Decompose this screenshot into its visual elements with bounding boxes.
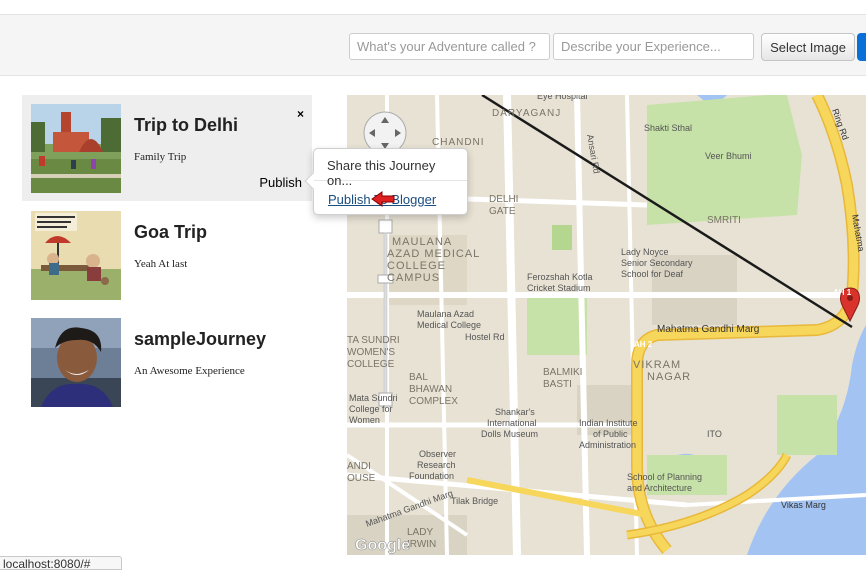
svg-text:College for: College for xyxy=(349,404,393,414)
svg-text:AZAD MEDICAL: AZAD MEDICAL xyxy=(387,248,480,260)
svg-text:ITO: ITO xyxy=(707,429,722,439)
svg-text:of Public: of Public xyxy=(593,429,628,439)
svg-text:Veer Bhumi: Veer Bhumi xyxy=(705,151,752,161)
svg-text:Senior Secondary: Senior Secondary xyxy=(621,258,693,268)
svg-text:Ferozshah Kotla: Ferozshah Kotla xyxy=(527,272,593,282)
svg-text:COLLEGE: COLLEGE xyxy=(387,260,446,272)
svg-text:Observer: Observer xyxy=(419,449,456,459)
svg-text:AH 1: AH 1 xyxy=(833,288,852,297)
svg-text:GATE: GATE xyxy=(489,206,516,217)
svg-text:and Architecture: and Architecture xyxy=(627,483,692,493)
popover-title: Share this Journey on... xyxy=(314,149,467,188)
experience-description-input[interactable] xyxy=(553,33,754,60)
svg-text:AH 2: AH 2 xyxy=(634,340,653,349)
svg-text:SMRITI: SMRITI xyxy=(707,215,741,226)
svg-text:Foundation: Foundation xyxy=(409,471,454,481)
svg-text:Tilak Bridge: Tilak Bridge xyxy=(451,496,498,506)
close-icon[interactable]: × xyxy=(297,107,304,121)
status-bar: localhost:8080/# xyxy=(0,556,122,570)
svg-text:Lady Noyce: Lady Noyce xyxy=(621,247,669,257)
svg-text:School of Planning: School of Planning xyxy=(627,472,702,482)
journey-item-samplejourney[interactable]: sampleJourney An Awesome Experience xyxy=(22,309,312,415)
svg-text:CHANDNI: CHANDNI xyxy=(432,137,485,148)
journey-thumbnail xyxy=(31,211,121,300)
svg-text:Google: Google xyxy=(355,537,410,554)
journey-title: Trip to Delhi xyxy=(134,115,239,135)
svg-text:MAULANA: MAULANA xyxy=(392,236,452,248)
svg-text:LADY: LADY xyxy=(407,527,433,538)
journey-item-trip-to-delhi[interactable]: Trip to Delhi Family Trip × Publish xyxy=(22,95,312,201)
svg-text:DARYAGANJ: DARYAGANJ xyxy=(492,108,561,119)
primary-button-edge[interactable] xyxy=(857,33,866,61)
journey-description: An Awesome Experience xyxy=(134,365,245,377)
svg-text:Women: Women xyxy=(349,415,380,425)
svg-text:Vikas Marg: Vikas Marg xyxy=(781,500,826,510)
svg-text:DELHI: DELHI xyxy=(489,194,518,205)
svg-text:NAGAR: NAGAR xyxy=(647,371,691,383)
svg-text:WOMEN'S: WOMEN'S xyxy=(347,347,395,358)
svg-text:Shankar's: Shankar's xyxy=(495,407,535,417)
svg-text:Administration: Administration xyxy=(579,440,636,450)
journey-thumbnail xyxy=(31,318,121,407)
svg-text:BAL: BAL xyxy=(409,372,428,383)
svg-text:International: International xyxy=(487,418,537,428)
svg-text:TA SUNDRI: TA SUNDRI xyxy=(347,335,400,346)
svg-text:BHAWAN: BHAWAN xyxy=(409,384,452,395)
journey-title: Goa Trip xyxy=(134,222,208,242)
svg-text:IRWIN: IRWIN xyxy=(407,539,436,550)
journey-item-goa-trip[interactable]: Goa Trip Yeah At last xyxy=(22,202,312,308)
svg-text:Hostel Rd: Hostel Rd xyxy=(465,332,505,342)
svg-text:Medical College: Medical College xyxy=(417,320,481,330)
adventure-name-input[interactable] xyxy=(349,33,550,60)
journey-title: sampleJourney xyxy=(134,329,267,349)
svg-text:Dolls Museum: Dolls Museum xyxy=(481,429,538,439)
journey-description: Family Trip xyxy=(134,151,187,163)
svg-text:VIKRAM: VIKRAM xyxy=(633,359,681,371)
svg-text:Indian Institute: Indian Institute xyxy=(579,418,638,428)
svg-text:OUSE: OUSE xyxy=(347,473,376,484)
svg-text:COMPLEX: COMPLEX xyxy=(409,396,458,407)
select-image-button[interactable]: Select Image xyxy=(761,33,855,61)
svg-text:ANDI: ANDI xyxy=(347,461,371,472)
journey-description: Yeah At last xyxy=(134,258,188,270)
svg-text:Shakti Sthal: Shakti Sthal xyxy=(644,123,692,133)
svg-text:COLLEGE: COLLEGE xyxy=(347,359,395,370)
svg-text:BASTI: BASTI xyxy=(543,379,572,390)
publish-button[interactable]: Publish xyxy=(259,175,302,190)
svg-text:Research: Research xyxy=(417,460,456,470)
svg-text:Mahatma Gandhi Marg: Mahatma Gandhi Marg xyxy=(657,324,759,335)
svg-text:School for Deaf: School for Deaf xyxy=(621,269,684,279)
svg-text:Maulana Azad: Maulana Azad xyxy=(417,309,474,319)
svg-text:Mata Sundri: Mata Sundri xyxy=(349,393,398,403)
svg-text:BALMIKI: BALMIKI xyxy=(543,367,582,378)
svg-text:Eye Hospital: Eye Hospital xyxy=(537,95,588,101)
svg-text:Cricket Stadium: Cricket Stadium xyxy=(527,283,591,293)
journey-thumbnail xyxy=(31,104,121,193)
top-toolbar: Select Image xyxy=(0,14,866,76)
pointer-arrow-icon xyxy=(371,191,395,207)
svg-text:CAMPUS: CAMPUS xyxy=(387,272,440,284)
